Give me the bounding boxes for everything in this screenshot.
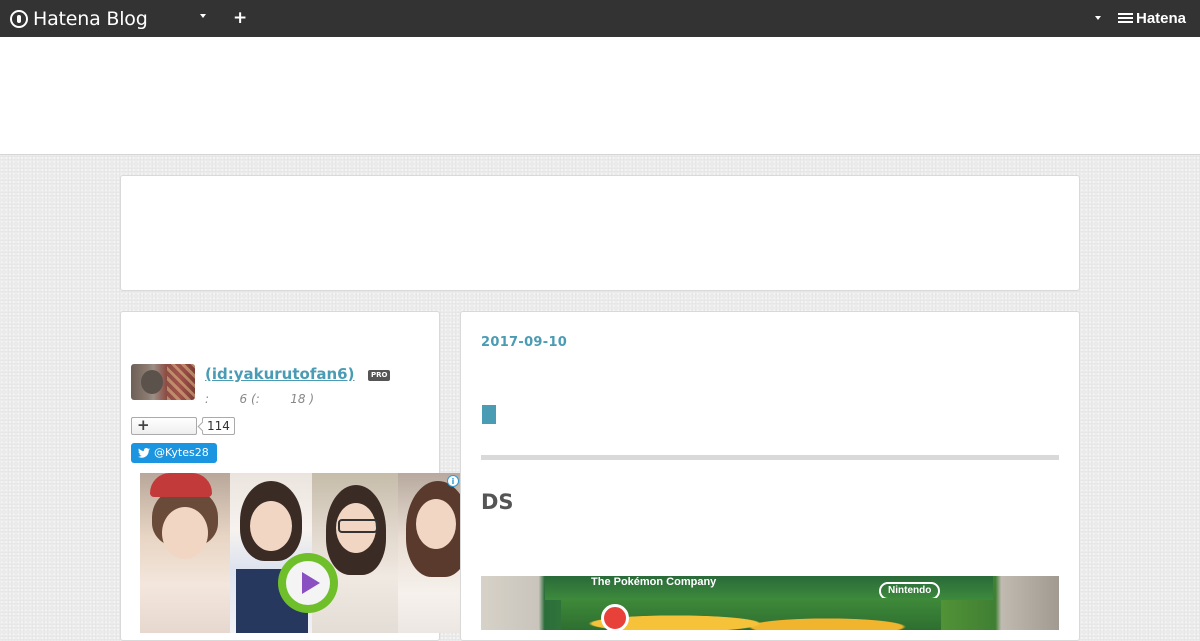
avatar[interactable] [131, 364, 195, 400]
hatena-mark-icon [1118, 13, 1133, 24]
ad-info-icon[interactable]: i [447, 475, 459, 487]
plus-icon: + [137, 416, 150, 434]
twitter-bird-icon [138, 448, 150, 458]
hatena-blog-logo-icon [10, 9, 28, 28]
follow-button[interactable]: + [131, 416, 197, 435]
advertisement-image[interactable]: i ✕ [140, 473, 476, 633]
blog-title-box [120, 175, 1080, 291]
ad-photo-3 [312, 473, 398, 633]
profile-meta: : 6 (: 18 ) [205, 392, 315, 406]
entry-date-link[interactable]: 2017-09-10 [481, 335, 567, 350]
section-heading: DS [481, 490, 514, 514]
global-header: Hatena Blog + Hatena [0, 0, 1200, 37]
photo-caption-company: The Pokémon Company [591, 576, 717, 588]
hatena-link[interactable]: Hatena [1136, 10, 1186, 27]
pro-badge: PRO [368, 370, 391, 381]
entry-title-marker [482, 405, 496, 424]
follower-count[interactable]: 114 [202, 417, 235, 435]
ad-photo-1 [140, 473, 230, 633]
title-divider [481, 455, 1059, 460]
hatena-blog-logo[interactable]: Hatena Blog [10, 7, 148, 30]
twitter-handle: @Kytes28 [154, 446, 209, 459]
entry-photo[interactable]: The Pokémon Company Nintendo [481, 576, 1059, 630]
twitter-follow-button[interactable]: @Kytes28 [131, 443, 217, 463]
chevron-down-icon[interactable] [200, 14, 206, 18]
profile-name-link[interactable]: (id:yakurutofan6) [205, 365, 354, 383]
add-entry-button[interactable]: + [233, 8, 247, 28]
user-menu-chevron-down-icon[interactable] [1095, 16, 1101, 20]
pokeball-icon [601, 604, 629, 630]
blog-header [0, 37, 1200, 155]
play-icon[interactable] [278, 553, 338, 613]
brand-name: Hatena Blog [33, 7, 148, 30]
game-title-logo [561, 598, 941, 630]
